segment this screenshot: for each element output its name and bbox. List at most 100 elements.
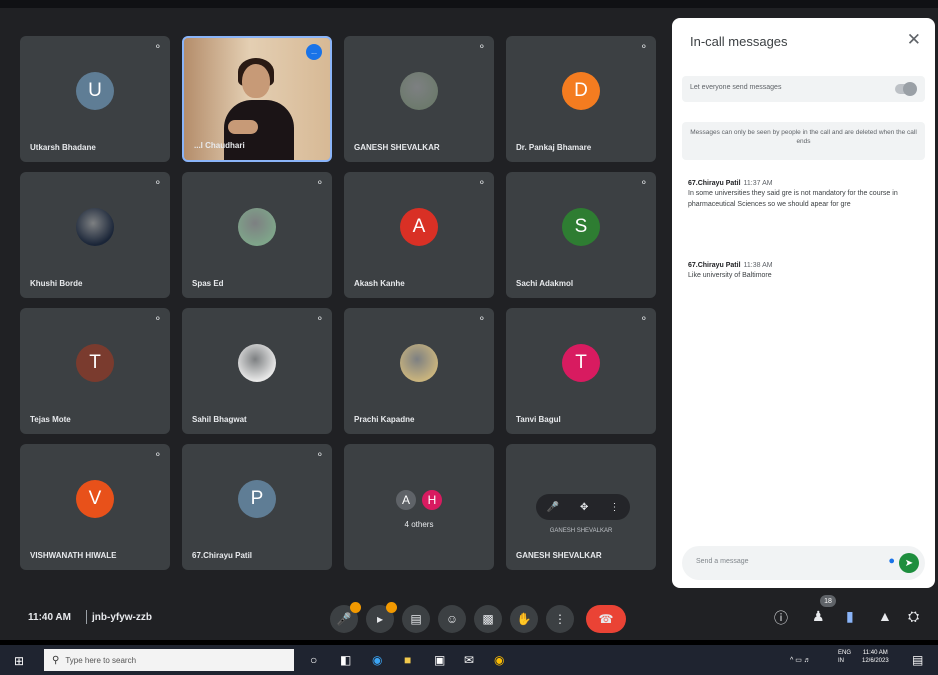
participant-name: Sahil Bhagwat: [192, 415, 247, 424]
mic-off-icon: ⚬: [153, 42, 162, 53]
taskbar-clock[interactable]: 11:40 AM 12/6/2023: [862, 650, 889, 666]
emoji-button[interactable]: ☺: [438, 605, 466, 633]
others-label: 4 others: [404, 520, 434, 529]
taskbar-search[interactable]: ⚲ Type here to search: [44, 649, 294, 671]
avatar-photo: [400, 344, 438, 383]
store-icon[interactable]: ▣: [434, 653, 445, 667]
file-explorer-icon[interactable]: ■: [404, 653, 411, 667]
notification-icon[interactable]: ▤: [912, 653, 923, 667]
participant-name: Tejas Mote: [30, 415, 71, 424]
tile-hover-controls[interactable]: 🎤 ✥ ⋮: [536, 494, 630, 520]
chat-message: 67.Chirayu Patil 11:38 AM Like university…: [688, 262, 913, 282]
edge-icon[interactable]: ◉: [372, 653, 382, 667]
avatar: V: [76, 480, 114, 519]
pip-name: GANESH SHEVALKAR: [549, 528, 613, 534]
avatar: S: [562, 208, 600, 247]
raise-hand-button[interactable]: ✋: [510, 605, 538, 633]
mic-off-icon: ⚬: [477, 314, 486, 325]
participant-tile[interactable]: T ⚬ Tejas Mote: [20, 308, 170, 434]
mic-off-icon: ⚬: [315, 178, 324, 189]
send-messages-toggle[interactable]: [895, 82, 917, 96]
participant-tile[interactable]: ... ...l Chaudhari: [182, 36, 332, 162]
participant-tile[interactable]: U ⚬ Utkarsh Bhadane: [20, 36, 170, 162]
mic-off-icon: ⚬: [477, 42, 486, 53]
participant-tile[interactable]: D ⚬ Dr. Pankaj Bhamare: [506, 36, 656, 162]
avatar: T: [562, 344, 600, 383]
participant-name: Tanvi Bagul: [516, 415, 561, 424]
participant-name: 67.Chirayu Patil: [192, 551, 253, 560]
location-icon[interactable]: ●: [888, 555, 895, 567]
people-icon[interactable]: ♟: [812, 608, 825, 625]
present-button[interactable]: ▩: [474, 605, 502, 633]
participant-tile[interactable]: ⚬ Sahil Bhagwat: [182, 308, 332, 434]
chat-info-note: Messages can only be seen by people in t…: [682, 122, 925, 160]
cortana-icon[interactable]: ○: [310, 653, 317, 667]
mic-button[interactable]: 🎤: [330, 602, 361, 633]
search-placeholder: Type here to search: [65, 655, 137, 665]
warning-icon: [350, 602, 361, 613]
participant-tile[interactable]: P ⚬ 67.Chirayu Patil: [182, 444, 332, 570]
mic-off-icon: ⚬: [153, 450, 162, 461]
avatar-photo: [238, 344, 276, 383]
video-person: [228, 120, 258, 134]
mic-off-icon: ⚬: [153, 178, 162, 189]
hangup-icon: ☎: [598, 612, 614, 626]
mic-off-icon: ⚬: [639, 42, 648, 53]
avatar-photo: [76, 208, 114, 247]
chat-panel: In-call messages ✕ Let everyone send mes…: [672, 18, 935, 588]
task-view-icon[interactable]: ◧: [340, 653, 351, 667]
message-text: Like university of Baltimore: [688, 272, 772, 279]
participant-tile[interactable]: S ⚬ Sachi Adakmol: [506, 172, 656, 298]
chat-icon[interactable]: ▮: [846, 608, 854, 625]
search-icon: ⚲: [52, 654, 60, 666]
close-icon[interactable]: ✕: [907, 30, 921, 50]
chrome-icon[interactable]: ◉: [494, 653, 504, 667]
activities-icon[interactable]: ▲: [878, 608, 892, 624]
mic-off-icon: ⚬: [639, 178, 648, 189]
avatar: D: [562, 72, 600, 111]
more-vert-icon[interactable]: ⋮: [609, 502, 619, 513]
pin-icon[interactable]: ✥: [580, 502, 588, 513]
system-tray-icons[interactable]: ^ ▭ ♬: [790, 656, 811, 664]
participant-tile[interactable]: A ⚬ Akash Kanhe: [344, 172, 494, 298]
more-vert-icon: ⋮: [554, 612, 566, 626]
participant-tile[interactable]: ⚬ GANESH SHEVALKAR: [344, 36, 494, 162]
participant-name: Utkarsh Bhadane: [30, 143, 96, 152]
avatar: H: [420, 488, 444, 512]
participant-tile[interactable]: ⚬ Spas Ed: [182, 172, 332, 298]
participant-name: ...l Chaudhari: [194, 141, 245, 150]
mail-icon[interactable]: ✉: [464, 653, 474, 667]
more-options-button[interactable]: ⋮: [546, 605, 574, 633]
mic-icon[interactable]: 🎤: [547, 502, 559, 513]
avatar: P: [238, 480, 276, 519]
top-strip: [0, 0, 938, 8]
participant-name: Spas Ed: [192, 279, 224, 288]
mic-off-icon: ⚬: [477, 178, 486, 189]
participant-tile[interactable]: ⚬ Khushi Borde: [20, 172, 170, 298]
message-text: In some universities they said gre is no…: [688, 190, 898, 208]
participant-tile[interactable]: V ⚬ VISHWANATH HIWALE: [20, 444, 170, 570]
info-icon[interactable]: ⓘ: [774, 608, 788, 628]
participant-tile[interactable]: T ⚬ Tanvi Bagul: [506, 308, 656, 434]
participant-name: Sachi Adakmol: [516, 279, 574, 288]
participant-tile[interactable]: ⚬ Prachi Kapadne: [344, 308, 494, 434]
chat-message: 67.Chirayu Patil 11:37 AM In some univers…: [688, 180, 913, 210]
mic-off-icon: ⚬: [153, 314, 162, 325]
end-call-button[interactable]: ☎: [586, 605, 626, 633]
participant-name: Akash Kanhe: [354, 279, 405, 288]
participant-tile[interactable]: AH 4 others: [344, 444, 494, 570]
message-input[interactable]: Send a message ● ➤: [682, 546, 925, 580]
send-icon[interactable]: ➤: [899, 553, 919, 573]
send-messages-setting: Let everyone send messages: [682, 76, 925, 102]
mic-off-icon: ⚬: [315, 450, 324, 461]
chat-title: In-call messages: [690, 34, 788, 49]
message-time: 11:37 AM: [743, 180, 773, 187]
windows-start-icon[interactable]: ⊞: [14, 654, 24, 668]
participant-tile[interactable]: 🎤 ✥ ⋮ GANESH SHEVALKAR GANESH SHEVALKAR: [506, 444, 656, 570]
captions-button[interactable]: ▤: [402, 605, 430, 633]
host-controls-icon[interactable]: ⛭: [908, 608, 919, 625]
language-indicator[interactable]: ENG IN: [838, 650, 851, 666]
camera-button[interactable]: ▸: [366, 602, 397, 633]
divider: [86, 610, 87, 624]
captions-icon: ▤: [410, 612, 422, 626]
